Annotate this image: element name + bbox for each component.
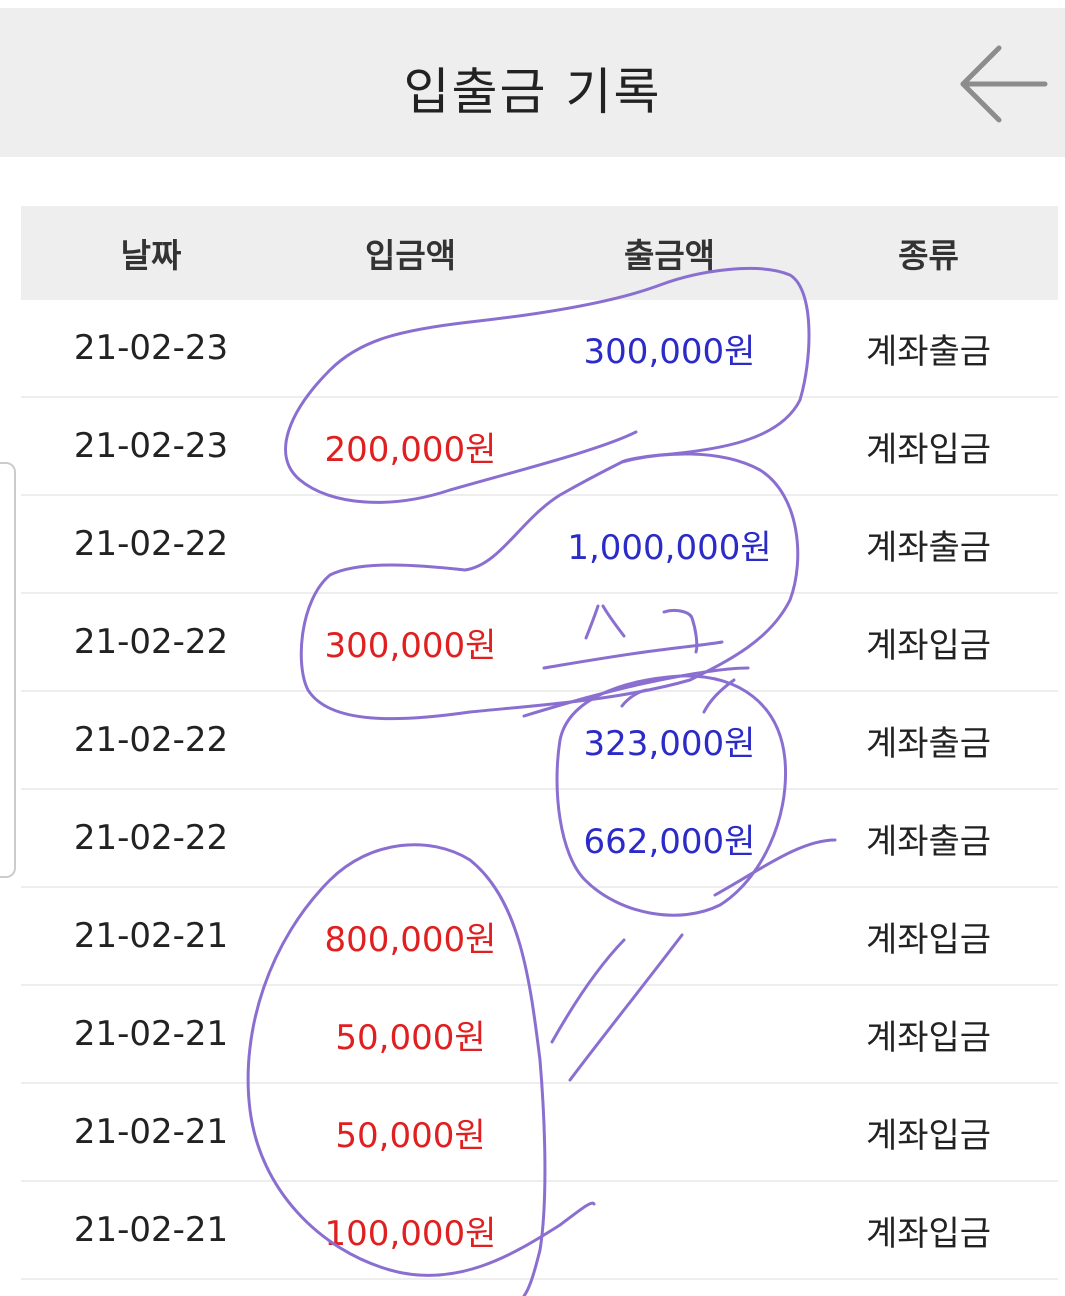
type-cell: 계좌입금 xyxy=(865,429,992,470)
date-cell: 21-02-22 xyxy=(73,818,229,858)
screen: 입출금 기록 날짜 입금액 출금액 종류 21-02-23 300,000원 계… xyxy=(0,0,1065,1296)
arrow-left-icon xyxy=(960,45,1048,123)
type-cell: 계좌출금 xyxy=(865,723,992,764)
table-row: 21-02-22 300,000원 계좌입금 xyxy=(21,594,1058,692)
date-cell: 21-02-21 xyxy=(73,1210,229,1250)
deposit-cell: 100,000원 xyxy=(324,1213,497,1254)
withdrawal-cell: 323,000원 xyxy=(583,723,756,764)
table-row: 21-02-22 1,000,000원 계좌출금 xyxy=(21,496,1058,594)
type-cell: 계좌입금 xyxy=(865,1213,992,1254)
type-cell: 계좌출금 xyxy=(865,331,992,372)
column-header-date: 날짜 xyxy=(120,236,182,275)
deposit-cell: 200,000원 xyxy=(324,429,497,470)
deposit-cell: 300,000원 xyxy=(324,625,497,666)
deposit-cell: 50,000원 xyxy=(335,1017,486,1058)
date-cell: 21-02-22 xyxy=(73,524,229,564)
table-row: 21-02-21 800,000원 계좌입금 xyxy=(21,888,1058,986)
table-row: 21-02-21 100,000원 계좌입금 xyxy=(21,1182,1058,1280)
table-row: 21-02-23 300,000원 계좌출금 xyxy=(21,300,1058,398)
deposit-cell: 800,000원 xyxy=(324,919,497,960)
transaction-table: 날짜 입금액 출금액 종류 21-02-23 300,000원 계좌출금 21-… xyxy=(21,206,1058,1280)
table-row: 21-02-22 323,000원 계좌출금 xyxy=(21,692,1058,790)
type-cell: 계좌입금 xyxy=(865,919,992,960)
withdrawal-cell: 300,000원 xyxy=(583,331,756,372)
deposit-cell: 50,000원 xyxy=(335,1115,486,1156)
back-button[interactable] xyxy=(959,38,1051,130)
column-header-type: 종류 xyxy=(898,236,959,275)
table-header: 날짜 입금액 출금액 종류 xyxy=(21,206,1058,300)
type-cell: 계좌입금 xyxy=(865,625,992,666)
type-cell: 계좌입금 xyxy=(865,1017,992,1058)
status-strip xyxy=(0,0,1065,8)
date-cell: 21-02-21 xyxy=(73,1014,229,1054)
page-title: 입출금 기록 xyxy=(403,63,662,121)
date-cell: 21-02-22 xyxy=(73,622,229,662)
column-header-deposit: 입금액 xyxy=(364,236,457,275)
date-cell: 21-02-23 xyxy=(73,328,229,368)
table-row: 21-02-21 50,000원 계좌입금 xyxy=(21,1084,1058,1182)
table-row: 21-02-21 50,000원 계좌입금 xyxy=(21,986,1058,1084)
type-cell: 계좌출금 xyxy=(865,821,992,862)
withdrawal-cell: 1,000,000원 xyxy=(567,527,772,568)
date-cell: 21-02-21 xyxy=(73,916,229,956)
column-header-withdrawal: 출금액 xyxy=(623,236,716,275)
date-cell: 21-02-21 xyxy=(73,1112,229,1152)
table-row: 21-02-23 200,000원 계좌입금 xyxy=(21,398,1058,496)
date-cell: 21-02-22 xyxy=(73,720,229,760)
withdrawal-cell: 662,000원 xyxy=(583,821,756,862)
app-header: 입출금 기록 xyxy=(0,8,1065,157)
side-scroll-handle[interactable] xyxy=(0,462,16,878)
date-cell: 21-02-23 xyxy=(73,426,229,466)
type-cell: 계좌입금 xyxy=(865,1115,992,1156)
table-row: 21-02-22 662,000원 계좌출금 xyxy=(21,790,1058,888)
type-cell: 계좌출금 xyxy=(865,527,992,568)
